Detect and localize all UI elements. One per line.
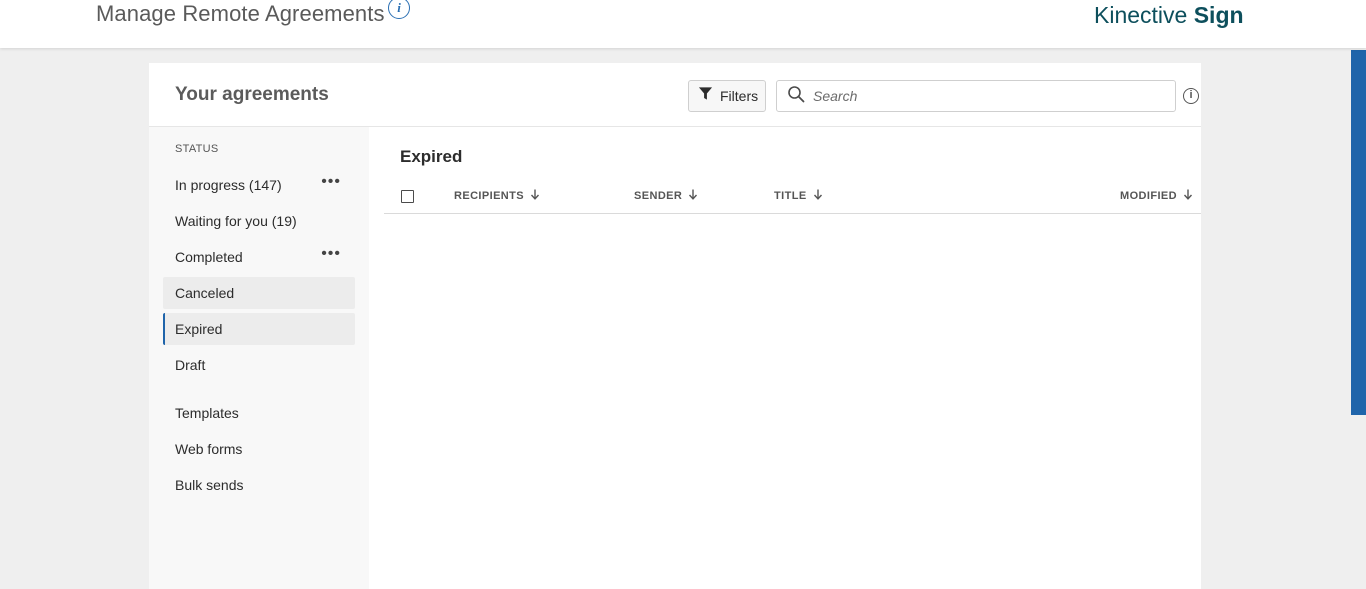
scrollbar-thumb[interactable] — [1351, 50, 1366, 415]
column-label: TITLE — [774, 190, 807, 202]
sidebar-item-label: Web forms — [175, 441, 243, 457]
filters-button[interactable]: Filters — [688, 80, 766, 112]
more-options-icon[interactable]: ••• — [321, 169, 341, 195]
search-box[interactable] — [776, 80, 1176, 112]
panel-title: Your agreements — [175, 84, 329, 105]
search-icon — [787, 85, 805, 108]
filters-label: Filters — [720, 88, 759, 104]
brand-logo: Kinective Sign — [1094, 2, 1244, 29]
brand-name-light: Kinective — [1094, 2, 1188, 28]
sidebar-item-label: Expired — [175, 321, 223, 337]
sidebar-item-completed[interactable]: Completed ••• — [163, 241, 355, 273]
arrow-down-icon — [682, 189, 698, 203]
funnel-icon — [698, 86, 713, 106]
column-sender[interactable]: SENDER — [634, 189, 698, 203]
sidebar-item-label: Waiting for you (19) — [175, 213, 297, 229]
page-scrollbar[interactable] — [1351, 48, 1366, 589]
column-modified[interactable]: MODIFIED — [1120, 189, 1193, 203]
column-title[interactable]: TITLE — [774, 189, 823, 203]
agreements-content: Expired RECIPIENTS SENDER TITLE MODIFIED — [369, 127, 1201, 589]
sidebar-item-label: Canceled — [175, 285, 235, 301]
arrow-down-icon — [1177, 189, 1193, 203]
status-heading: STATUS — [175, 143, 219, 155]
page-title: Manage Remote Agreements — [96, 1, 385, 26]
sidebar-item-canceled[interactable]: Canceled — [163, 277, 355, 309]
sidebar-item-label: Bulk sends — [175, 477, 244, 493]
sidebar-item-waiting-for-you[interactable]: Waiting for you (19) — [163, 205, 355, 237]
arrow-down-icon — [807, 189, 823, 203]
content-title: Expired — [400, 147, 463, 166]
brand-name-bold: Sign — [1193, 2, 1244, 28]
more-options-icon[interactable]: ••• — [321, 241, 341, 267]
sidebar-item-label: Templates — [175, 405, 239, 421]
sidebar-item-web-forms[interactable]: Web forms — [163, 433, 355, 465]
sidebar-item-label: Completed — [175, 249, 243, 265]
info-icon[interactable]: i — [388, 0, 410, 19]
search-input[interactable] — [811, 87, 1161, 105]
column-label: SENDER — [634, 190, 683, 202]
table-header: RECIPIENTS SENDER TITLE MODIFIED — [384, 182, 1201, 214]
sidebar-item-draft[interactable]: Draft — [163, 349, 355, 381]
panel-header: Your agreements Filters i — [149, 63, 1201, 127]
sidebar-item-in-progress[interactable]: In progress (147) ••• — [163, 169, 355, 201]
sidebar-item-label: Draft — [175, 357, 206, 373]
agreements-panel: Your agreements Filters i STATUS In prog… — [149, 63, 1201, 589]
column-label: RECIPIENTS — [454, 190, 525, 202]
select-all-checkbox[interactable] — [401, 190, 414, 203]
search-info-icon[interactable]: i — [1183, 88, 1199, 104]
sidebar-item-templates[interactable]: Templates — [163, 397, 355, 429]
column-label: MODIFIED — [1120, 190, 1177, 202]
sidebar-item-bulk-sends[interactable]: Bulk sends — [163, 469, 355, 501]
column-recipients[interactable]: RECIPIENTS — [454, 189, 540, 203]
status-sidebar: STATUS In progress (147) ••• Waiting for… — [149, 127, 369, 589]
sidebar-item-expired[interactable]: Expired — [163, 313, 355, 345]
sidebar-item-label: In progress (147) — [175, 177, 282, 193]
top-header: Manage Remote Agreements i Kinective Sig… — [0, 0, 1366, 48]
arrow-down-icon — [524, 189, 540, 203]
